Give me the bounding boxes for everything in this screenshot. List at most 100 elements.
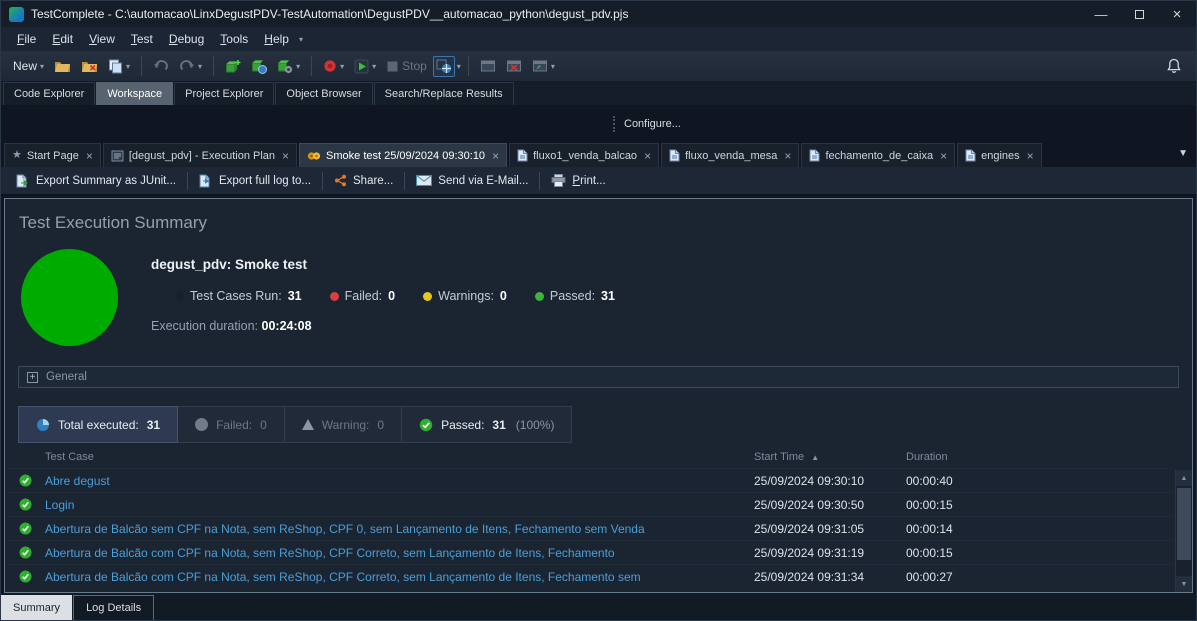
warning-bullet-icon bbox=[423, 292, 432, 301]
passed-check-icon bbox=[5, 498, 45, 511]
panel-tab-object-browser[interactable]: Object Browser bbox=[275, 82, 372, 105]
close-tab-icon[interactable]: × bbox=[784, 149, 791, 163]
close-tab-icon[interactable]: × bbox=[282, 149, 289, 163]
share-button[interactable]: Share... bbox=[325, 174, 402, 187]
redo-icon[interactable]: ▾ bbox=[175, 56, 206, 77]
column-test-case[interactable]: Test Case bbox=[45, 451, 754, 463]
notifications-bell-icon[interactable] bbox=[1162, 55, 1188, 78]
tab-log-details[interactable]: Log Details bbox=[73, 595, 154, 620]
panel-tab-code-explorer[interactable]: Code Explorer bbox=[3, 82, 95, 105]
test-execution-summary-panel: Test Execution Summary degust_pdv: Smoke… bbox=[4, 198, 1193, 593]
window-layout-icon[interactable] bbox=[476, 56, 500, 76]
tab-execution-plan[interactable]: [degust_pdv] - Execution Plan × bbox=[103, 143, 297, 167]
restore-layout-icon[interactable]: ▾ bbox=[528, 56, 559, 76]
test-case-link[interactable]: Abertura de Balcão com CPF na Nota, sem … bbox=[45, 546, 754, 560]
tab-summary[interactable]: Summary bbox=[1, 595, 72, 620]
export-junit-button[interactable]: Export Summary as JUnit... bbox=[7, 174, 185, 188]
test-case-link[interactable]: Abertura de Balcão com CPF na Nota, sem … bbox=[45, 570, 754, 584]
run-project-icon[interactable]: ▾ bbox=[350, 56, 380, 77]
stat-warnings: Warnings: 0 bbox=[423, 289, 507, 303]
filter-tab-passed[interactable]: Passed: 31 (100%) bbox=[402, 406, 572, 443]
close-project-icon[interactable] bbox=[77, 56, 102, 76]
test-case-link[interactable]: Abertura de Balcão sem CPF na Nota, sem … bbox=[45, 522, 754, 536]
configure-link[interactable]: Configure... bbox=[624, 118, 681, 130]
table-row[interactable]: Abertura de Balcão sem CPF na Nota, sem … bbox=[5, 516, 1174, 540]
stat-test-cases-run: Test Cases Run: 31 bbox=[175, 289, 302, 303]
panel-tab-search-replace-results[interactable]: Search/Replace Results bbox=[374, 82, 514, 105]
log-actions-toolbar: Export Summary as JUnit... Export full l… bbox=[1, 167, 1196, 195]
save-icon[interactable]: ▾ bbox=[104, 56, 134, 77]
filter-tab-total[interactable]: Total executed: 31 bbox=[18, 406, 178, 443]
tab-engines[interactable]: engines × bbox=[957, 143, 1042, 167]
column-duration[interactable]: Duration bbox=[906, 451, 1174, 463]
filter-tab-failed[interactable]: Failed: 0 bbox=[178, 406, 285, 443]
menu-help[interactable]: Help bbox=[256, 29, 297, 49]
close-button[interactable]: × bbox=[1158, 1, 1196, 27]
run-selected-test-icon[interactable] bbox=[433, 56, 455, 77]
menu-overflow-chevron-icon[interactable]: ▾ bbox=[299, 35, 303, 44]
run-selected-dropdown-icon[interactable]: ▾ bbox=[457, 62, 461, 71]
record-test-icon[interactable]: ▾ bbox=[319, 56, 348, 76]
menu-file[interactable]: File bbox=[9, 29, 44, 49]
run-dropdown-icon: ▾ bbox=[372, 62, 376, 71]
table-row[interactable]: Abertura de Balcão com CPF na Nota, sem … bbox=[5, 564, 1174, 588]
export-full-log-button[interactable]: Export full log to... bbox=[190, 174, 320, 188]
close-tab-icon[interactable]: × bbox=[940, 149, 947, 163]
maximize-icon bbox=[1135, 10, 1144, 19]
tab-start-page[interactable]: ★ Start Page × bbox=[4, 143, 101, 167]
menu-edit[interactable]: Edit bbox=[44, 29, 81, 49]
title-bar: TestComplete - C:\automacao\LinxDegustPD… bbox=[1, 1, 1196, 27]
menu-debug[interactable]: Debug bbox=[161, 29, 212, 49]
add-new-item-icon[interactable] bbox=[221, 56, 245, 77]
new-button[interactable]: New ▾ bbox=[9, 56, 48, 76]
send-email-button[interactable]: Send via E-Mail... bbox=[407, 175, 537, 187]
passed-check-icon bbox=[5, 546, 45, 559]
panel-tab-project-explorer[interactable]: Project Explorer bbox=[174, 82, 274, 105]
maximize-button[interactable] bbox=[1120, 1, 1158, 27]
open-project-icon[interactable] bbox=[50, 56, 75, 76]
close-tab-icon[interactable]: × bbox=[492, 149, 499, 163]
close-window-icon[interactable] bbox=[502, 56, 526, 76]
close-tab-icon[interactable]: × bbox=[644, 149, 651, 163]
tab-smoke-test-log[interactable]: Smoke test 25/09/2024 09:30:10 × bbox=[299, 143, 507, 167]
project-settings-icon[interactable]: ▾ bbox=[273, 56, 304, 77]
panel-tab-workspace[interactable]: Workspace bbox=[96, 82, 173, 105]
toolbar-separator bbox=[311, 56, 312, 76]
table-row[interactable]: Abertura de Balcão com CPF na Nota, sem … bbox=[5, 540, 1174, 564]
minimize-button[interactable]: — bbox=[1082, 1, 1120, 27]
scrollbar-thumb[interactable] bbox=[1177, 488, 1191, 560]
filter-tab-warning[interactable]: Warning: 0 bbox=[285, 406, 402, 443]
failed-circle-icon bbox=[195, 418, 208, 431]
tab-fechamento-de-caixa[interactable]: fechamento_de_caixa × bbox=[801, 143, 955, 167]
column-start-time[interactable]: Start Time ▲ bbox=[754, 451, 906, 463]
settings-dropdown-icon: ▾ bbox=[296, 62, 300, 71]
test-case-table: Test Case Start Time ▲ Duration Abre deg… bbox=[5, 446, 1192, 592]
close-tab-icon[interactable]: × bbox=[86, 149, 93, 163]
vertical-scrollbar[interactable]: ▲ ▼ bbox=[1175, 470, 1192, 592]
add-existing-item-icon[interactable] bbox=[247, 56, 271, 77]
close-tab-icon[interactable]: × bbox=[1027, 149, 1034, 163]
menu-view[interactable]: View bbox=[81, 29, 123, 49]
tab-list-dropdown-icon[interactable]: ▼ bbox=[1178, 148, 1188, 159]
scroll-up-icon[interactable]: ▲ bbox=[1176, 470, 1192, 486]
pie-icon bbox=[36, 418, 50, 432]
scroll-down-icon[interactable]: ▼ bbox=[1176, 576, 1192, 592]
print-button[interactable]: Print... bbox=[542, 174, 614, 187]
test-name: degust_pdv: Smoke test bbox=[151, 257, 615, 272]
table-row[interactable]: Abre degust 25/09/2024 09:30:10 00:00:40 bbox=[5, 468, 1174, 492]
save-dropdown-icon: ▾ bbox=[126, 62, 130, 71]
general-section-header[interactable]: + General bbox=[18, 366, 1179, 388]
stop-button[interactable]: Stop bbox=[382, 56, 431, 76]
menu-tools[interactable]: Tools bbox=[212, 29, 256, 49]
expand-icon[interactable]: + bbox=[27, 372, 38, 383]
test-case-link[interactable]: Abre degust bbox=[45, 474, 754, 488]
toolbar-separator bbox=[213, 56, 214, 76]
table-row[interactable]: Login 25/09/2024 09:30:50 00:00:15 bbox=[5, 492, 1174, 516]
tab-fluxo-venda-mesa[interactable]: fluxo_venda_mesa × bbox=[661, 143, 799, 167]
tab-fluxo1-venda-balcao[interactable]: fluxo1_venda_balcao × bbox=[509, 143, 659, 167]
toolbar-separator bbox=[404, 172, 405, 190]
menu-test[interactable]: Test bbox=[123, 29, 161, 49]
passed-check-icon bbox=[419, 418, 433, 432]
undo-icon[interactable] bbox=[149, 56, 173, 77]
test-case-link[interactable]: Login bbox=[45, 498, 754, 512]
